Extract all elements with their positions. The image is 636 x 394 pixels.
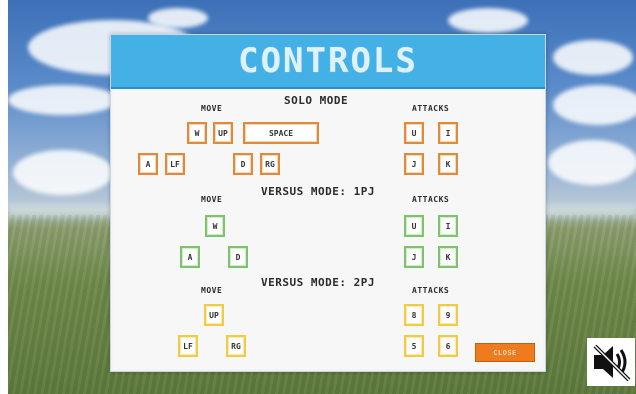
solo-key-lf: LF bbox=[165, 153, 185, 175]
versus-1p-key-d: D bbox=[228, 246, 248, 268]
versus-2p-key-8: 8 bbox=[404, 304, 424, 326]
versus-2p-key-up: UP bbox=[204, 304, 224, 326]
versus-2p-heading: VERSUS MODE: 2PJ bbox=[261, 276, 375, 289]
cloud bbox=[8, 85, 118, 115]
versus-2p-attacks-label: ATTACKS bbox=[412, 286, 450, 295]
solo-key-d: D bbox=[233, 153, 253, 175]
versus-2p-key-rg: RG bbox=[226, 335, 246, 357]
versus-2p-key-lf: LF bbox=[178, 335, 198, 357]
solo-key-k: K bbox=[438, 153, 458, 175]
versus-1p-key-w: W bbox=[205, 215, 225, 237]
dialog-body bbox=[113, 91, 543, 369]
solo-key-j: J bbox=[404, 153, 424, 175]
versus-2p-key-6: 6 bbox=[438, 335, 458, 357]
cloud bbox=[13, 150, 113, 195]
versus-1p-key-u: U bbox=[404, 215, 424, 237]
solo-move-label: MOVE bbox=[201, 104, 223, 113]
versus-1p-key-k: K bbox=[438, 246, 458, 268]
versus-2p-move-label: MOVE bbox=[201, 286, 223, 295]
solo-key-rg: RG bbox=[260, 153, 280, 175]
versus-1p-attacks-label: ATTACKS bbox=[412, 195, 450, 204]
solo-key-u: U bbox=[404, 122, 424, 144]
dialog-title: CONTROLS bbox=[238, 41, 418, 81]
dialog-header: CONTROLS bbox=[111, 35, 545, 89]
sound-muted-icon bbox=[593, 344, 631, 382]
close-button[interactable]: CLOSE bbox=[475, 343, 535, 362]
solo-key-up: UP bbox=[213, 122, 233, 144]
cloud bbox=[148, 8, 208, 28]
versus-1p-move-label: MOVE bbox=[201, 195, 223, 204]
solo-key-a: A bbox=[138, 153, 158, 175]
versus-1p-heading: VERSUS MODE: 1PJ bbox=[261, 185, 375, 198]
cloud bbox=[448, 8, 528, 33]
sound-toggle-button[interactable] bbox=[587, 338, 635, 386]
versus-1p-key-j: J bbox=[404, 246, 424, 268]
solo-key-w: W bbox=[187, 122, 207, 144]
solo-key-i: I bbox=[438, 122, 458, 144]
versus-1p-key-i: I bbox=[438, 215, 458, 237]
solo-mode-heading: SOLO MODE bbox=[284, 94, 349, 107]
cloud bbox=[548, 140, 636, 185]
solo-key-space: SPACE bbox=[243, 122, 319, 144]
solo-attacks-label: ATTACKS bbox=[412, 104, 450, 113]
versus-1p-key-a: A bbox=[180, 246, 200, 268]
cloud bbox=[553, 85, 636, 125]
controls-dialog: CONTROLS bbox=[110, 34, 546, 372]
versus-2p-key-9: 9 bbox=[438, 304, 458, 326]
cloud bbox=[553, 40, 633, 75]
versus-2p-key-5: 5 bbox=[404, 335, 424, 357]
